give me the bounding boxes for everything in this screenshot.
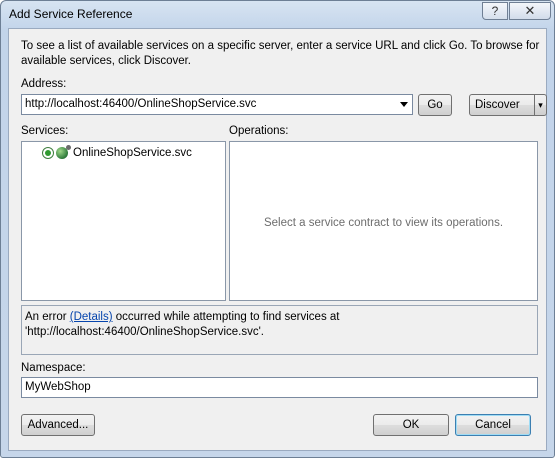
status-url: 'http://localhost:46400/OnlineShopServic… <box>25 326 265 338</box>
namespace-value[interactable]: MyWebShop <box>25 381 91 393</box>
tree-item-online-shop-service[interactable]: OnlineShopService.svc <box>42 145 192 159</box>
go-button[interactable]: Go <box>418 94 452 116</box>
address-label: Address: <box>21 78 67 90</box>
help-icon: ? <box>491 4 499 18</box>
help-button[interactable]: ? <box>482 2 508 20</box>
discover-dropdown-button[interactable]: ▾ <box>534 94 547 116</box>
title-bar: Add Service Reference ? ✕ <box>1 1 554 27</box>
tree-item-label: OnlineShopService.svc <box>73 147 192 159</box>
ok-button[interactable]: OK <box>373 414 449 436</box>
namespace-label: Namespace: <box>21 362 86 374</box>
discover-button[interactable]: Discover <box>469 94 535 116</box>
status-message: An error (Details) occurred while attemp… <box>25 310 339 340</box>
details-link[interactable]: (Details) <box>70 311 113 323</box>
dialog-body: To see a list of available services on a… <box>8 28 547 451</box>
operations-list[interactable]: Select a service contract to view its op… <box>229 141 538 301</box>
chevron-down-icon[interactable] <box>396 95 412 114</box>
intro-text: To see a list of available services on a… <box>21 40 540 67</box>
close-icon: ✕ <box>524 3 536 18</box>
window-title: Add Service Reference <box>9 7 133 21</box>
address-input[interactable]: http://localhost:46400/OnlineShopService… <box>25 98 256 110</box>
address-combobox[interactable]: http://localhost:46400/OnlineShopService… <box>21 94 413 115</box>
status-area: An error (Details) occurred while attemp… <box>21 305 538 355</box>
services-tree[interactable]: OnlineShopService.svc <box>21 141 226 301</box>
operations-label: Operations: <box>229 125 289 137</box>
close-button[interactable]: ✕ <box>509 2 551 20</box>
services-label: Services: <box>21 125 69 137</box>
web-service-icon <box>56 145 71 159</box>
cancel-button[interactable]: Cancel <box>455 414 531 436</box>
operations-empty-message: Select a service contract to view its op… <box>263 217 504 229</box>
add-service-reference-dialog: Add Service Reference ? ✕ To see a list … <box>0 0 555 458</box>
advanced-button[interactable]: Advanced... <box>21 414 95 436</box>
status-prefix: An error <box>25 311 70 323</box>
status-suffix: occurred while attempting to find servic… <box>112 311 340 323</box>
chevron-down-icon: ▾ <box>538 99 543 110</box>
namespace-field[interactable]: MyWebShop <box>21 377 538 398</box>
expand-node-icon[interactable] <box>42 147 54 159</box>
